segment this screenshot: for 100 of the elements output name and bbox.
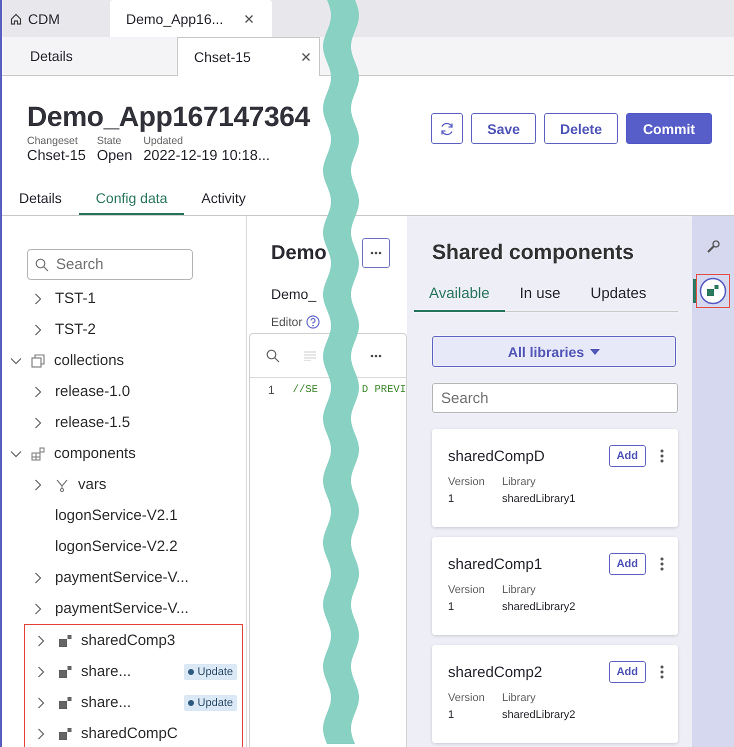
app-tab[interactable]: Demo_App16... bbox=[110, 0, 272, 37]
component-name: sharedComp2 bbox=[448, 664, 544, 680]
refresh-icon bbox=[439, 120, 456, 136]
tree-item[interactable]: release-1.0 bbox=[2, 376, 246, 407]
section-title: Demo bbox=[271, 242, 327, 264]
kebab-menu-icon[interactable] bbox=[660, 557, 664, 571]
chevron-right-icon[interactable] bbox=[34, 386, 42, 398]
tree-item[interactable]: TST-2 bbox=[2, 314, 246, 345]
item-label: paymentService-V... bbox=[55, 600, 189, 617]
panel-tab[interactable]: In use bbox=[504, 285, 576, 311]
chevron-right-icon[interactable] bbox=[34, 478, 42, 490]
page-tab[interactable]: Details bbox=[2, 184, 79, 215]
tree-item[interactable]: sharedComp3 bbox=[25, 625, 242, 656]
field-label: Updated bbox=[143, 135, 184, 147]
tab-label: Chset-15 bbox=[194, 49, 251, 65]
add-button[interactable]: Add bbox=[608, 661, 646, 683]
refresh-button[interactable] bbox=[431, 113, 464, 144]
record-tab[interactable]: Details bbox=[2, 37, 177, 75]
rail-button[interactable] bbox=[696, 274, 730, 308]
tree-item[interactable]: collections bbox=[2, 345, 246, 376]
line-number: 1 bbox=[266, 383, 276, 397]
field-label: Version bbox=[448, 692, 486, 704]
tree-item[interactable]: share... Update bbox=[25, 656, 242, 687]
search-icon[interactable] bbox=[266, 348, 280, 362]
chevron-right-icon[interactable] bbox=[37, 728, 45, 740]
tree-item[interactable]: vars bbox=[2, 469, 246, 500]
field-label: Library bbox=[502, 584, 537, 596]
field-label: Library bbox=[502, 692, 537, 704]
component-name: sharedCompD bbox=[448, 448, 546, 464]
tree-item[interactable]: TST-1 bbox=[2, 283, 246, 314]
close-icon[interactable] bbox=[244, 14, 254, 24]
field-value: sharedLibrary1 bbox=[502, 493, 576, 505]
add-button[interactable]: Add bbox=[608, 445, 646, 467]
tree-item[interactable]: paymentService-V... bbox=[2, 562, 246, 593]
chevron-right-icon[interactable] bbox=[34, 602, 42, 614]
commit-button[interactable]: Commit bbox=[626, 113, 712, 144]
chevron-right-icon[interactable] bbox=[34, 292, 42, 304]
item-label: paymentService-V... bbox=[55, 569, 189, 586]
chevron-right-icon[interactable] bbox=[37, 696, 45, 708]
field-label: Library bbox=[502, 476, 537, 488]
tree-item[interactable]: paymentService-V... bbox=[2, 593, 246, 624]
chevron-right-icon[interactable] bbox=[37, 666, 45, 678]
wrench-icon bbox=[706, 240, 720, 254]
field-label: Changeset bbox=[27, 135, 79, 147]
field-value: Chset-15 bbox=[27, 148, 86, 164]
search-icon bbox=[35, 258, 49, 272]
chevron-right-icon[interactable] bbox=[34, 324, 42, 336]
action-button[interactable]: Delete bbox=[544, 113, 618, 144]
search-field[interactable]: Search bbox=[432, 383, 678, 413]
field-label: Version bbox=[448, 476, 486, 488]
tree-item[interactable]: sharedCompC bbox=[25, 718, 242, 747]
field-value: 1 bbox=[448, 493, 456, 505]
page-tab[interactable]: Activity bbox=[184, 184, 263, 215]
code-text: D PREVI bbox=[362, 384, 406, 396]
blocks-icon bbox=[58, 696, 72, 710]
update-badge: Update bbox=[184, 664, 237, 680]
field-value: Open bbox=[96, 148, 132, 164]
blocks-icon bbox=[58, 664, 72, 678]
chevron-right-icon[interactable] bbox=[34, 416, 42, 428]
close-icon[interactable] bbox=[301, 52, 311, 62]
dots-icon[interactable] bbox=[370, 354, 382, 358]
tree-item[interactable]: logonService-V2.2 bbox=[2, 531, 246, 562]
item-label: sharedCompC bbox=[81, 725, 178, 742]
chevron-down-icon[interactable] bbox=[10, 356, 22, 364]
kebab-menu-icon[interactable] bbox=[660, 665, 664, 679]
item-label: collections bbox=[54, 352, 124, 369]
tree-item[interactable]: release-1.5 bbox=[2, 407, 246, 438]
search-field[interactable]: Search bbox=[27, 249, 193, 280]
item-label: release-1.0 bbox=[55, 383, 130, 400]
item-label: share... bbox=[81, 663, 132, 680]
item-name: Demo_ bbox=[270, 285, 318, 302]
record-title: Demo_App167147364 bbox=[27, 100, 310, 134]
library-dropdown[interactable]: All libraries bbox=[432, 336, 676, 367]
field-value: sharedLibrary2 bbox=[502, 601, 576, 613]
item-label: release-1.5 bbox=[55, 414, 130, 431]
chevron-down-icon[interactable] bbox=[10, 450, 22, 458]
home-icon bbox=[10, 12, 22, 24]
tab-label: CDM bbox=[28, 10, 60, 26]
kebab-menu-icon[interactable] bbox=[660, 449, 664, 463]
chevron-right-icon[interactable] bbox=[37, 634, 45, 646]
record-tab[interactable]: Chset-15 bbox=[177, 37, 320, 76]
tree-item[interactable]: components bbox=[2, 438, 246, 469]
panel-tab[interactable]: Available bbox=[414, 285, 505, 312]
item-label: TST-2 bbox=[55, 321, 96, 338]
blocks-icon bbox=[58, 634, 72, 648]
more-button[interactable] bbox=[362, 238, 390, 268]
fork-icon bbox=[55, 478, 69, 492]
help-icon[interactable] bbox=[306, 315, 320, 329]
page-tab[interactable]: Config data bbox=[78, 184, 184, 215]
app-tab[interactable]: CDM bbox=[2, 0, 110, 37]
chevron-right-icon[interactable] bbox=[34, 572, 42, 584]
action-button[interactable]: Save bbox=[471, 113, 536, 144]
update-badge: Update bbox=[184, 694, 237, 710]
tab-label: Details bbox=[30, 48, 73, 64]
field-value: 2022-12-19 10:18... bbox=[143, 148, 270, 164]
tree-item[interactable]: share... Update bbox=[25, 687, 242, 718]
editor-label: Editor bbox=[271, 315, 302, 329]
tree-item[interactable]: logonService-V2.1 bbox=[2, 500, 246, 531]
add-button[interactable]: Add bbox=[608, 553, 646, 575]
panel-tab[interactable]: Updates bbox=[575, 285, 662, 311]
